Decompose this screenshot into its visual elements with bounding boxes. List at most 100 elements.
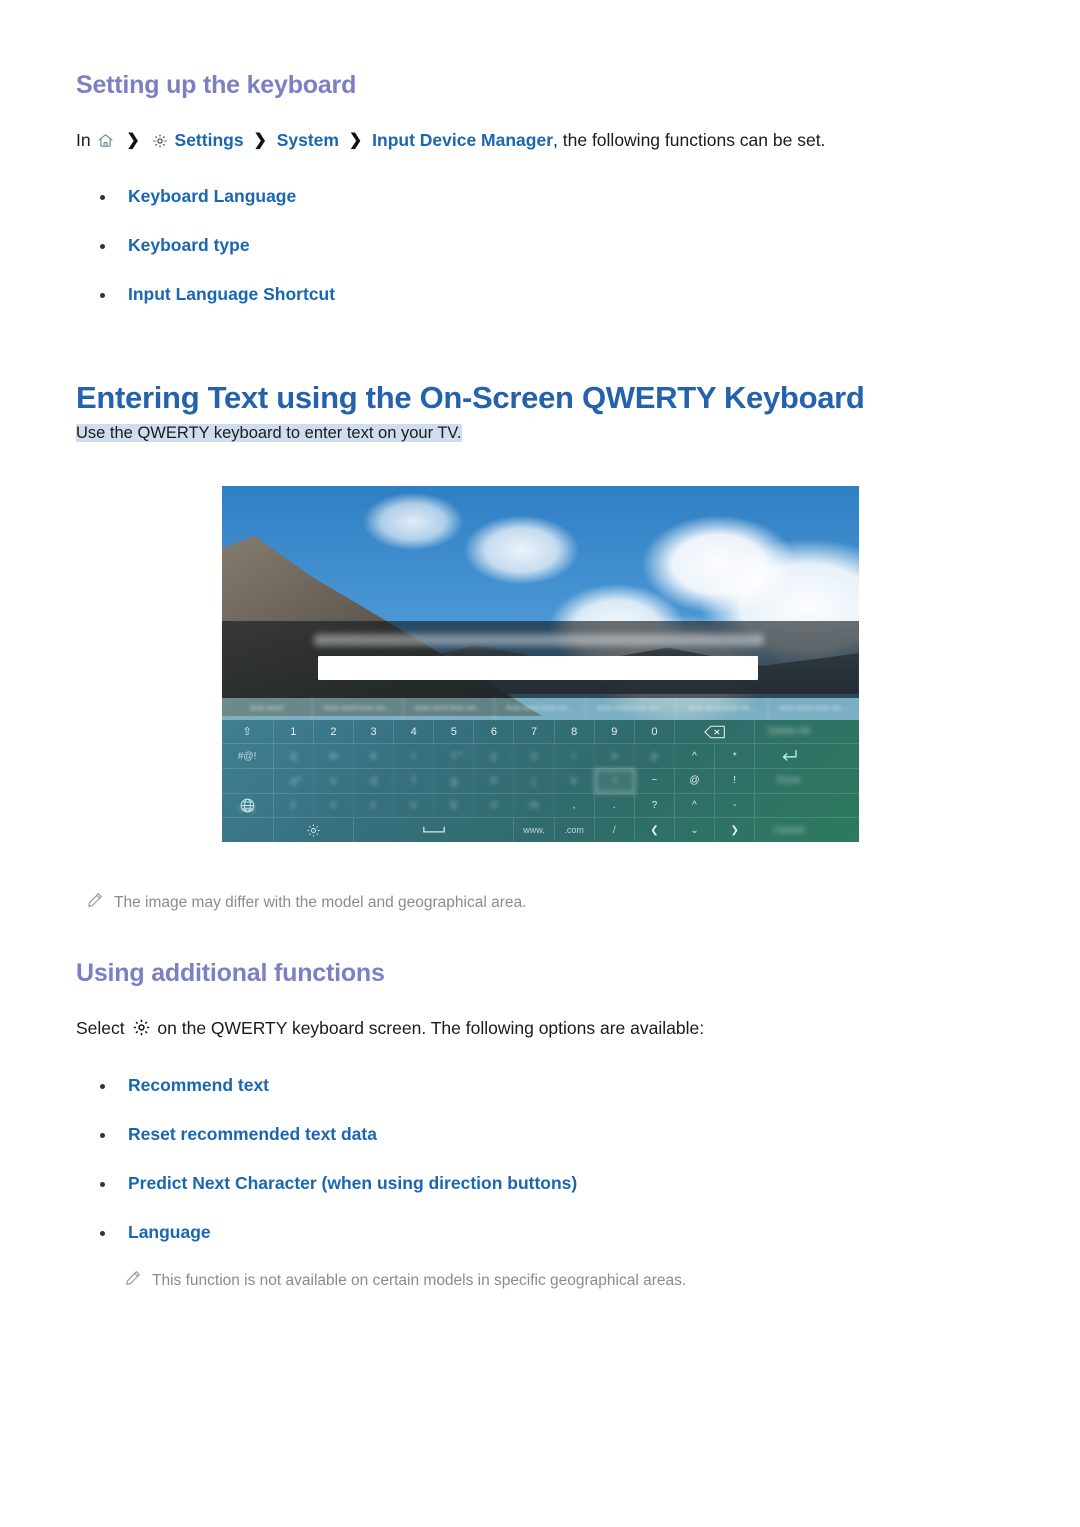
key-m[interactable]: m — [514, 793, 555, 818]
key-asterisk[interactable]: * — [715, 744, 756, 769]
key-p[interactable]: p — [635, 744, 675, 769]
key-www[interactable]: www. — [514, 818, 555, 842]
breadcrumb-input-device-manager[interactable]: Input Device Manager — [372, 130, 553, 150]
keyboard-settings-gear-key[interactable] — [274, 818, 354, 842]
key-n[interactable]: n — [474, 793, 515, 818]
key-z[interactable]: z — [274, 793, 314, 818]
list-item-keyboard-type[interactable]: Keyboard type — [76, 235, 1004, 256]
key-d[interactable]: d — [354, 769, 395, 793]
key-i[interactable]: i — [555, 744, 595, 769]
key-w[interactable]: w — [314, 744, 354, 769]
gear-icon — [132, 1018, 151, 1044]
key-4[interactable]: 4 — [394, 719, 435, 744]
key-9[interactable]: 9 — [595, 719, 635, 744]
list-item-label: Recommend text — [128, 1074, 270, 1095]
key-f[interactable]: f — [394, 769, 435, 793]
keyboard-row-numbers: ⇧ 1 2 3 4 5 6 7 8 9 0 Delete All — [221, 719, 859, 745]
intro-prefix: In — [76, 130, 91, 150]
enter-key[interactable] — [755, 744, 823, 768]
key-r[interactable]: r — [394, 744, 435, 769]
key-j[interactable]: j — [514, 769, 555, 793]
key-l-selected[interactable]: l — [594, 769, 635, 793]
suggestion-chip[interactable]: Auto word Auto wo... — [586, 697, 678, 720]
suggestion-chip[interactable]: Auto word Auto wo... — [677, 697, 769, 720]
cancel-key[interactable]: Cancel — [755, 818, 823, 842]
list-item-predict-next-character[interactable]: Predict Next Character (when using direc… — [76, 1173, 1004, 1194]
list-item-recommend-text[interactable]: Recommend text — [76, 1075, 1004, 1096]
key-0[interactable]: 0 — [635, 719, 675, 744]
key-up-caret[interactable]: ^ — [675, 793, 716, 818]
text-input-field[interactable] — [317, 655, 758, 680]
language-label: Lang — [239, 806, 255, 814]
figure-note: The image may differ with the model and … — [76, 891, 1004, 916]
list-item-language[interactable]: Language — [76, 1222, 1004, 1243]
suggestion-chip[interactable]: Auto word Auto wo... — [495, 697, 587, 720]
select-prefix: Select — [76, 1018, 125, 1039]
key-v[interactable]: v — [394, 793, 435, 818]
key-g[interactable]: g — [434, 769, 475, 793]
backspace-key[interactable] — [675, 719, 756, 744]
key-question[interactable]: ? — [635, 793, 675, 818]
intro-suffix: , the following functions can be set. — [553, 130, 826, 150]
page-subtitle-wrap: Use the QWERTY keyboard to enter text on… — [76, 421, 1004, 446]
additional-functions-list: Recommend text Reset recommended text da… — [76, 1075, 1004, 1243]
key-x[interactable]: x — [314, 793, 354, 818]
suggestion-chip[interactable]: Auto word — [222, 697, 313, 720]
blank-key-bottom-left — [222, 818, 274, 842]
key-c[interactable]: c — [354, 793, 395, 818]
key-caret[interactable]: ^ — [675, 744, 716, 769]
document-page: Setting up the keyboard In ❯ Settings ❯ … — [0, 0, 1080, 1527]
key-exclamation[interactable]: ! — [715, 769, 756, 793]
done-key[interactable]: Done — [755, 769, 823, 793]
list-item-label: Keyboard type — [128, 235, 250, 256]
language-globe-key[interactable]: Lang — [222, 793, 274, 818]
key-a[interactable]: a + — [274, 769, 314, 793]
cursor-down-key[interactable]: ⌄ — [675, 818, 716, 842]
home-icon — [97, 131, 114, 156]
key-tilde[interactable]: ~ — [635, 769, 675, 793]
list-item-keyboard-language[interactable]: Keyboard Language — [76, 186, 1004, 207]
key-s[interactable]: s — [314, 769, 354, 793]
key-e[interactable]: e — [354, 744, 395, 769]
delete-all-key[interactable]: Delete All — [755, 720, 823, 744]
key-t-superscript: + — [457, 749, 463, 759]
breadcrumb-system[interactable]: System — [277, 130, 339, 150]
suggestion-chip[interactable]: Auto word Auto wo... — [313, 697, 404, 720]
list-item-input-language-shortcut[interactable]: Input Language Shortcut — [76, 284, 1004, 305]
key-at[interactable]: @ — [675, 769, 716, 793]
key-1[interactable]: 1 — [274, 719, 314, 744]
keyboard-row-bottom: www. .com / ❮ ⌄ ❯ Cancel — [222, 818, 859, 842]
key-o[interactable]: o — [595, 744, 635, 769]
key-7[interactable]: 7 — [514, 719, 555, 744]
list-item-reset-recommended-text-data[interactable]: Reset recommended text data — [76, 1124, 1004, 1145]
breadcrumb-separator-1: ❯ — [126, 132, 140, 149]
key-b[interactable]: b — [434, 793, 475, 818]
breadcrumb-settings[interactable]: Settings — [175, 130, 244, 150]
key-h[interactable]: h — [474, 769, 515, 793]
key-2[interactable]: 2 — [314, 719, 354, 744]
key-8[interactable]: 8 — [555, 719, 595, 744]
key-q[interactable]: q — [274, 744, 314, 769]
cursor-right-key[interactable]: ❯ — [715, 818, 756, 842]
key-comma[interactable]: , — [555, 793, 595, 818]
key-6[interactable]: 6 — [474, 719, 515, 744]
key-hyphen[interactable]: - — [715, 793, 756, 818]
key-u[interactable]: u — [514, 744, 555, 769]
key-y[interactable]: y — [474, 744, 515, 769]
keyboard-row-zxcv: Lang z x c v b n m , . ? ^ - — [221, 793, 859, 819]
shift-key[interactable]: ⇧ — [222, 719, 274, 744]
breadcrumb-separator-3: ❯ — [348, 132, 363, 149]
list-item-label: Input Language Shortcut — [128, 284, 336, 305]
space-key[interactable] — [354, 818, 515, 842]
suggestion-chip[interactable]: Auto word Auto wo... — [768, 698, 858, 720]
cursor-left-key[interactable]: ❮ — [635, 818, 675, 842]
suggestion-chip[interactable]: Auto word Auto wo... — [404, 697, 495, 720]
key-t[interactable]: t + — [434, 744, 475, 769]
key-k[interactable]: k — [555, 769, 595, 793]
key-3[interactable]: 3 — [354, 719, 395, 744]
key-dotcom[interactable]: .com — [555, 818, 595, 842]
symbols-key[interactable]: #@! — [222, 744, 274, 769]
key-slash[interactable]: / — [595, 818, 635, 842]
key-period[interactable]: . — [595, 793, 635, 818]
key-5[interactable]: 5 — [434, 719, 475, 744]
